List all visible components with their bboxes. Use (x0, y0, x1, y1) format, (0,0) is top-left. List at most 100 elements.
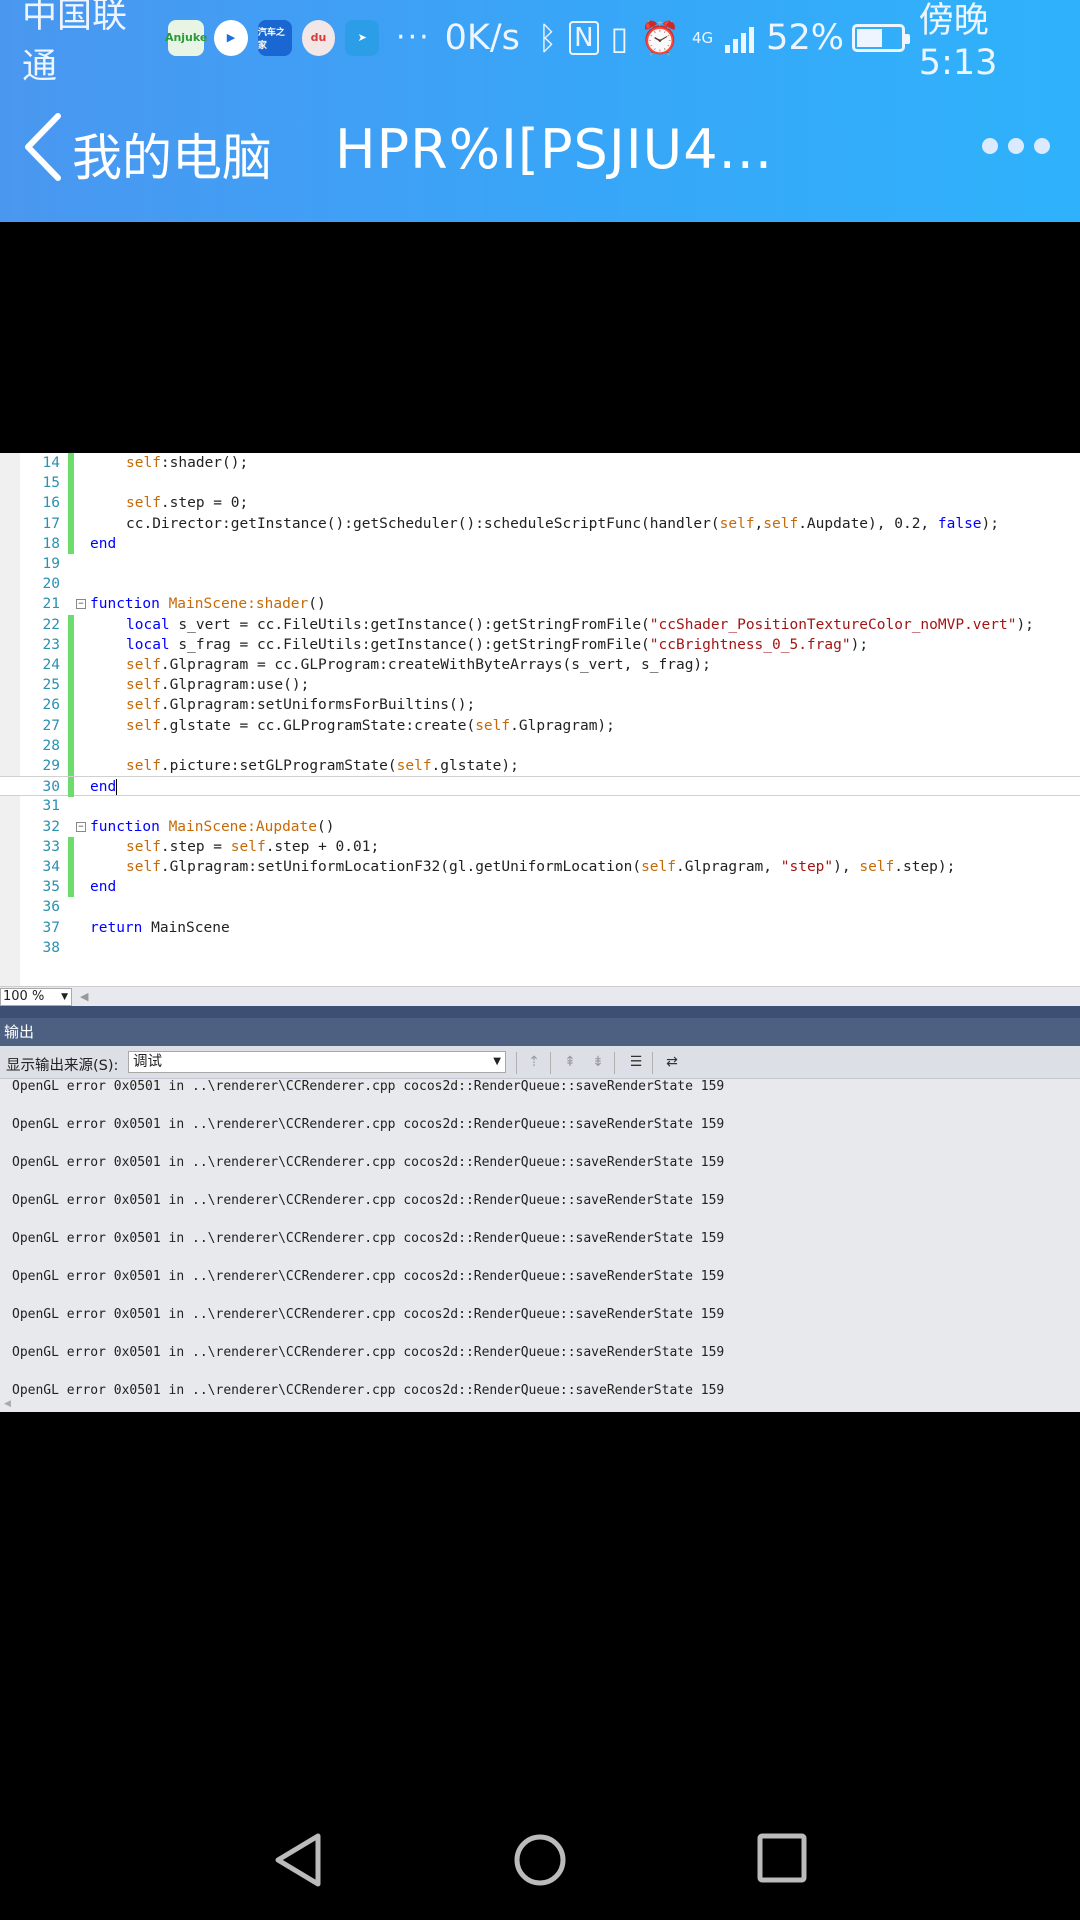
clear-all-icon[interactable]: ☰ (626, 1054, 646, 1072)
back-arrow-icon[interactable] (22, 112, 66, 182)
line-number: 32 (42, 818, 60, 835)
change-marker (68, 836, 74, 857)
output-line: OpenGL error 0x0501 in ..\renderer\CCRen… (12, 1079, 725, 1094)
nfc-icon: N (569, 20, 599, 55)
code-line[interactable]: 23 local s_frag = cc.FileUtils:getInstanc… (0, 634, 1080, 655)
code-text: self.picture:setGLProgramState(self.glst… (126, 758, 519, 774)
code-line[interactable]: 35 end (0, 877, 1080, 898)
code-line[interactable]: 19 (0, 554, 1080, 574)
clock: 傍晚5:13 (918, 1, 998, 83)
scroll-left-icon[interactable]: ◀ (4, 1399, 11, 1409)
code-editor[interactable]: 14 self:shader(); 15 16 self.step = 0; 17 cc.D… (0, 453, 1080, 986)
line-number: 38 (42, 939, 60, 956)
collapse-icon[interactable]: − (76, 821, 86, 832)
output-source-label: 显示输出来源(S): (6, 1058, 119, 1074)
collapse-icon[interactable]: − (76, 599, 86, 610)
prev-message-icon[interactable]: ⇞ (560, 1054, 580, 1072)
code-line[interactable]: 30 end (0, 776, 1080, 798)
code-line[interactable]: 34 self.Glpragram:setUniformLocationF32(g… (0, 857, 1080, 878)
output-line: OpenGL error 0x0501 in ..\renderer\CCRen… (12, 1155, 725, 1170)
code-line[interactable]: 22 local s_vert = cc.FileUtils:getInstanc… (0, 614, 1080, 635)
code-line[interactable]: 29 self.picture:setGLProgramState(self.gl… (0, 756, 1080, 777)
output-line: OpenGL error 0x0501 in ..\renderer\CCRen… (12, 1231, 725, 1246)
code-line[interactable]: 14 self:shader(); (0, 453, 1080, 474)
system-nav-bar (0, 1780, 1080, 1920)
next-message-icon[interactable]: ⇟ (588, 1054, 608, 1072)
code-line[interactable]: 31 (0, 796, 1080, 816)
output-source-value: 调试 (133, 1054, 162, 1070)
code-text: function MainScene:Aupdate() (90, 818, 335, 835)
code-line[interactable]: 20 (0, 574, 1080, 594)
panel-splitter[interactable] (0, 1006, 1080, 1018)
code-line[interactable]: 17 cc.Director:getInstance():getScheduler… (0, 513, 1080, 534)
back-label[interactable]: 我的电脑 (72, 118, 272, 190)
bluetooth-icon: ᛒ (537, 18, 558, 57)
line-number: 17 (42, 515, 60, 532)
video-app-icon: ▶ (214, 19, 248, 56)
output-toolbar: 显示输出来源(S): 调试 ▼ ⇡ ⇞ ⇟ ☰ ⇄ (0, 1046, 1080, 1079)
app-header: 中国联通 Anjuke ▶ 汽车之家 du ➤ ··· 0K/s ᛒ N ▯ ⏰… (0, 0, 1080, 222)
nav-recents-icon[interactable] (756, 1832, 808, 1884)
code-line[interactable]: 25 self.Glpragram:use(); (0, 675, 1080, 696)
code-line[interactable]: 27 self.glstate = cc.GLProgramState:creat… (0, 715, 1080, 736)
code-line[interactable]: 36 (0, 897, 1080, 917)
line-number: 21 (42, 596, 60, 613)
anjuke-icon: Anjuke (165, 19, 207, 56)
chevron-down-icon: ▼ (61, 992, 68, 1002)
code-line[interactable]: 38 (0, 938, 1080, 958)
code-text: return MainScene (90, 919, 230, 936)
toolbar-divider (652, 1052, 653, 1074)
line-number: 22 (42, 616, 60, 633)
output-source-select[interactable]: 调试 ▼ (128, 1051, 506, 1073)
code-line[interactable]: 37 return MainScene (0, 918, 1080, 938)
code-text: self.step = 0; (126, 495, 249, 512)
output-line: OpenGL error 0x0501 in ..\renderer\CCRen… (12, 1117, 725, 1132)
bird-app-icon: ➤ (345, 19, 380, 56)
code-text: end (90, 779, 118, 796)
editor-status-strip: 100 % ▼ ◀ (0, 986, 1080, 1006)
nav-back-icon[interactable] (272, 1832, 324, 1888)
output-hscroll[interactable]: ◀ (0, 1399, 1080, 1412)
code-line[interactable]: 15 (0, 473, 1080, 494)
goto-location-icon[interactable]: ⇡ (524, 1054, 544, 1072)
code-line[interactable]: 28 (0, 735, 1080, 756)
code-text: end (90, 879, 117, 896)
change-marker (68, 473, 74, 494)
code-line[interactable]: 24 self.Glpragram = cc.GLProgram:createWi… (0, 655, 1080, 676)
car-app-icon: 汽车之家 (257, 19, 292, 56)
change-marker (68, 533, 74, 554)
nav-home-icon[interactable] (512, 1832, 568, 1888)
code-text: self.step = self.step + 0.01; (126, 838, 380, 855)
page-title: HPR%I[PSJIU4... (335, 118, 774, 181)
change-marker (68, 453, 74, 474)
change-marker (68, 513, 74, 534)
change-marker (68, 655, 74, 676)
change-marker (68, 877, 74, 898)
change-marker (68, 715, 74, 736)
line-number: 19 (42, 556, 60, 572)
net-speed: 0K/s (444, 17, 520, 58)
notification-overflow: ··· (396, 20, 431, 55)
line-number: 30 (42, 779, 60, 796)
code-text: function MainScene:shader() (90, 596, 326, 613)
output-line: OpenGL error 0x0501 in ..\renderer\CCRen… (12, 1193, 725, 1208)
code-line[interactable]: 18 end (0, 533, 1080, 554)
word-wrap-icon[interactable]: ⇄ (662, 1054, 682, 1072)
output-log[interactable]: OpenGL error 0x0501 in ..\renderer\CCRen… (0, 1079, 1080, 1412)
zoom-select[interactable]: 100 % ▼ (0, 988, 72, 1006)
nav-bar: 我的电脑 HPR%I[PSJIU4... (0, 100, 1080, 200)
line-number: 24 (42, 657, 60, 673)
change-marker (68, 695, 74, 716)
line-number: 29 (42, 758, 60, 774)
code-line[interactable]: 26 self.Glpragram:setUniformsForBuiltins(… (0, 695, 1080, 716)
alarm-icon: ⏰ (640, 18, 680, 57)
more-options-icon[interactable] (982, 138, 1050, 154)
scroll-left-icon[interactable]: ◀ (80, 990, 88, 1003)
code-line[interactable]: 32 − function MainScene:Aupdate() (0, 817, 1080, 837)
line-number: 35 (42, 879, 60, 896)
code-line[interactable]: 16 self.step = 0; (0, 493, 1080, 514)
code-line[interactable]: 21 − function MainScene:shader() (0, 594, 1080, 614)
code-line[interactable]: 33 self.step = self.step + 0.01; (0, 836, 1080, 857)
chevron-down-icon: ▼ (493, 1056, 501, 1067)
code-text: self:shader(); (126, 455, 249, 471)
